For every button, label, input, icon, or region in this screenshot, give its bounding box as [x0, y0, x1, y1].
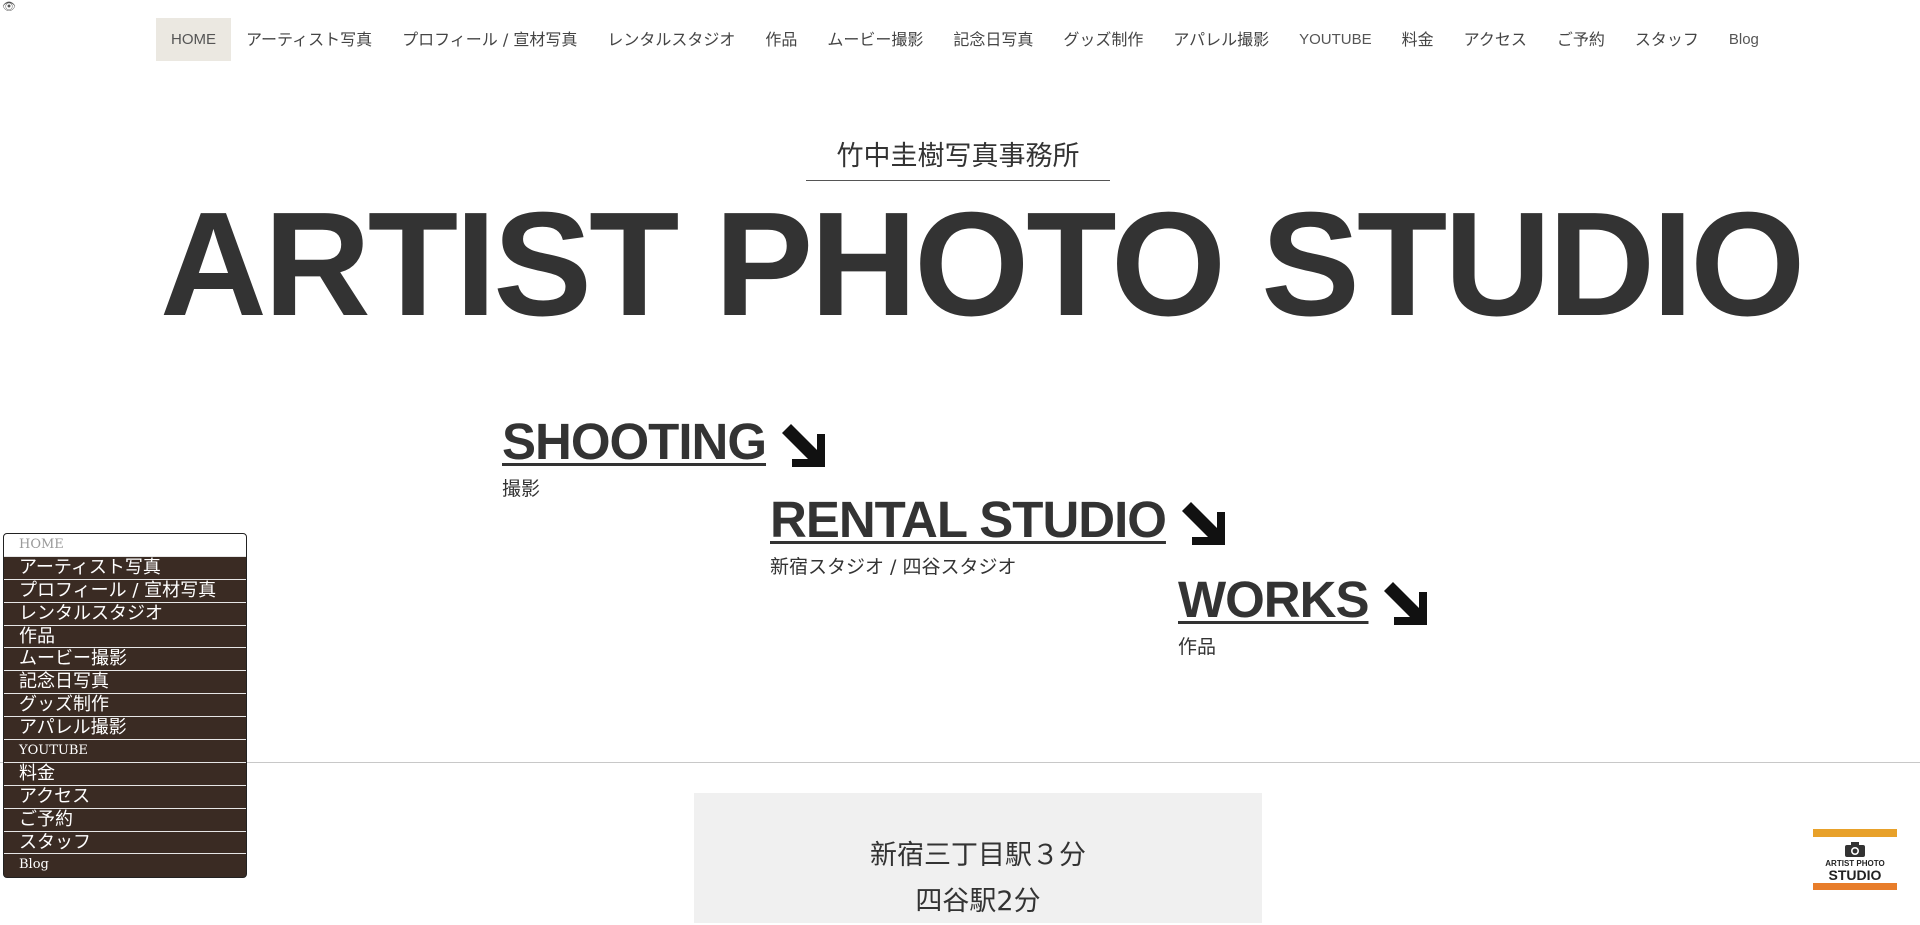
- arrow-down-right-icon[interactable]: [780, 422, 826, 468]
- nav-item-artist-photo[interactable]: アーティスト写真: [231, 18, 387, 61]
- menu-item-profile-photo[interactable]: プロフィール / 宣材写真: [4, 580, 246, 603]
- section-subtitle: 作品: [1178, 636, 1217, 658]
- arrow-down-right-icon[interactable]: [1382, 580, 1428, 626]
- nav-item-blog[interactable]: Blog: [1714, 18, 1774, 61]
- logo-bar: [1813, 829, 1897, 837]
- section-title[interactable]: RENTAL STUDIO: [770, 494, 1167, 546]
- menu-item-rental-studio[interactable]: レンタルスタジオ: [4, 603, 246, 626]
- nav-item-profile-photo[interactable]: プロフィール / 宣材写真: [387, 18, 592, 61]
- floating-menu: HOME アーティスト写真 プロフィール / 宣材写真 レンタルスタジオ 作品 …: [3, 533, 247, 878]
- section-shooting: SHOOTING 撮影: [502, 416, 826, 501]
- nav-item-youtube[interactable]: YOUTUBE: [1284, 18, 1387, 61]
- section-subtitle: 新宿スタジオ / 四谷スタジオ: [770, 556, 1017, 578]
- logo-bar: [1813, 883, 1897, 890]
- menu-item-goods[interactable]: グッズ制作: [4, 694, 246, 718]
- top-navigation: HOME アーティスト写真 プロフィール / 宣材写真 レンタルスタジオ 作品 …: [156, 18, 1774, 61]
- menu-item-staff[interactable]: スタッフ: [4, 832, 246, 855]
- arrow-down-right-icon[interactable]: [1180, 500, 1226, 546]
- menu-item-works[interactable]: 作品: [4, 626, 246, 649]
- nav-item-works[interactable]: 作品: [750, 18, 812, 61]
- nav-item-reservation[interactable]: ご予約: [1542, 18, 1620, 61]
- section-title[interactable]: SHOOTING: [502, 416, 767, 468]
- office-name: 竹中圭樹写真事務所: [806, 138, 1110, 181]
- section-title[interactable]: WORKS: [1178, 574, 1369, 626]
- menu-item-reservation[interactable]: ご予約: [4, 809, 246, 832]
- menu-item-anniversary[interactable]: 記念日写真: [4, 671, 246, 695]
- menu-item-blog[interactable]: Blog: [4, 854, 246, 877]
- menu-item-home[interactable]: HOME: [4, 534, 246, 557]
- nav-item-anniversary[interactable]: 記念日写真: [938, 18, 1048, 61]
- rental-studio-link[interactable]: RENTAL STUDIO: [770, 494, 1226, 546]
- logo-text: STUDIO: [1828, 867, 1882, 883]
- menu-item-artist-photo[interactable]: アーティスト写真: [4, 557, 246, 580]
- nav-item-pricing[interactable]: 料金: [1387, 18, 1449, 61]
- shooting-link[interactable]: SHOOTING: [502, 416, 826, 468]
- access-line: 新宿三丁目駅３分: [870, 840, 1086, 871]
- divider: [0, 762, 1920, 763]
- section-works: WORKS 作品: [1178, 574, 1428, 659]
- menu-item-access[interactable]: アクセス: [4, 786, 246, 809]
- menu-item-pricing[interactable]: 料金: [4, 763, 246, 786]
- page-title: ARTIST PHOTO STUDIO: [160, 182, 1805, 347]
- eye-icon[interactable]: 👁: [2, 0, 20, 14]
- studio-logo[interactable]: ARTIST PHOTO STUDIO: [1813, 829, 1897, 891]
- menu-item-apparel[interactable]: アパレル撮影: [4, 717, 246, 741]
- nav-item-apparel[interactable]: アパレル撮影: [1158, 18, 1284, 61]
- access-line: 四谷駅2分: [915, 886, 1041, 917]
- menu-item-youtube[interactable]: YOUTUBE: [4, 740, 246, 763]
- nav-item-goods[interactable]: グッズ制作: [1048, 18, 1158, 61]
- access-info-box: 新宿三丁目駅３分 四谷駅2分: [694, 793, 1262, 923]
- nav-item-staff[interactable]: スタッフ: [1620, 18, 1714, 61]
- nav-item-rental-studio[interactable]: レンタルスタジオ: [592, 18, 750, 61]
- nav-item-movie[interactable]: ムービー撮影: [812, 18, 938, 61]
- nav-item-access[interactable]: アクセス: [1449, 18, 1542, 61]
- camera-icon: [1845, 842, 1865, 857]
- menu-item-movie[interactable]: ムービー撮影: [4, 648, 246, 672]
- nav-item-home[interactable]: HOME: [156, 18, 231, 61]
- works-link[interactable]: WORKS: [1178, 574, 1428, 626]
- section-rental-studio: RENTAL STUDIO 新宿スタジオ / 四谷スタジオ: [770, 494, 1226, 579]
